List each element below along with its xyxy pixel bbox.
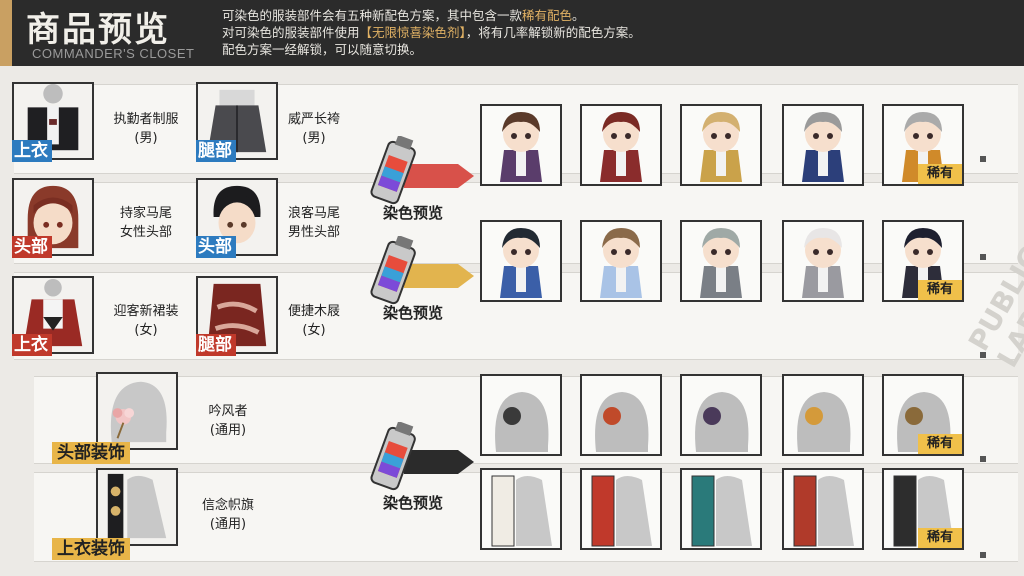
note-line-3: 配色方案一经解锁，可以随意切换。 — [222, 42, 423, 57]
dye-result-cell[interactable] — [782, 468, 864, 550]
page-subtitle: COMMANDER'S CLOSET — [32, 46, 195, 61]
rare-badge: 稀有 — [918, 434, 962, 454]
chibi-preview-icon — [600, 228, 642, 298]
dye-result-cell[interactable] — [782, 220, 864, 302]
rare-badge: 稀有 — [918, 528, 962, 548]
dye-spray-2: 染色预览 — [364, 234, 474, 326]
dye-result-cell[interactable] — [680, 104, 762, 186]
slot-tag: 上衣 — [12, 334, 52, 356]
note-line-2: 对可染色的服装部件使用【无限惊喜染色剂】，将有几率解锁新的配色方案。 — [222, 25, 641, 40]
dye-result-cell[interactable] — [580, 104, 662, 186]
dye-result-cell[interactable] — [580, 374, 662, 456]
slot-tag: 腿部 — [196, 334, 236, 356]
dye-spray-3: 染色预览 — [364, 420, 474, 516]
item-thumb-hair-ornament[interactable]: 头部装饰 — [52, 372, 178, 464]
item-name: 执勤者制服 (男) — [113, 112, 179, 146]
dye-result-cell[interactable] — [480, 104, 562, 186]
corner-marker — [980, 254, 986, 260]
item-thumb-dress[interactable]: 上衣 — [12, 276, 94, 356]
accessory-preview-icon — [495, 392, 549, 452]
chibi-preview-icon — [500, 112, 542, 182]
slot-tag: 头部 — [12, 236, 52, 258]
corner-marker — [980, 552, 986, 558]
dye-preview-label: 染色预览 — [382, 494, 443, 512]
slot-tag: 上衣 — [12, 140, 52, 162]
accessory-preview-icon — [591, 475, 652, 547]
accessory-preview-icon — [491, 475, 552, 547]
accessory-preview-icon — [695, 392, 749, 452]
dye-preview-label: 染色预览 — [382, 304, 443, 322]
chibi-preview-icon — [700, 112, 742, 182]
slot-tag: 腿部 — [196, 140, 236, 162]
item-thumb-uniform[interactable]: 上衣 — [12, 82, 94, 162]
rare-badge: 稀有 — [918, 164, 962, 184]
item-name: 信念帜旗 (通用) — [201, 498, 254, 532]
rare-badge: 稀有 — [918, 280, 962, 300]
chibi-preview-icon — [600, 112, 642, 182]
item-name: 浪客马尾 男性头部 — [287, 206, 340, 240]
header-bar: 商品预览 COMMANDER'S CLOSET 可染色的服装部件会有五种新配色方… — [0, 0, 1024, 66]
item-name: 迎客新裙装 (女) — [113, 304, 179, 338]
accessory-preview-icon — [691, 475, 752, 547]
item-name: 吟风者 (通用) — [208, 404, 248, 438]
dye-result-cell[interactable] — [580, 220, 662, 302]
slot-tag: 上衣装饰 — [52, 538, 130, 560]
dye-result-cell[interactable] — [680, 374, 762, 456]
dye-spray-1: 染色预览 — [364, 134, 474, 226]
dye-result-cell[interactable]: 稀有 — [882, 468, 964, 550]
header-accent-stripe — [0, 0, 12, 66]
dye-result-cell[interactable] — [480, 468, 562, 550]
dye-result-cell[interactable] — [480, 220, 562, 302]
dye-result-cell[interactable] — [782, 374, 864, 456]
dye-result-cell[interactable] — [782, 104, 864, 186]
dye-result-cell[interactable] — [580, 468, 662, 550]
corner-marker — [980, 156, 986, 162]
item-name: 便捷木屐 (女) — [287, 304, 340, 338]
item-name: 持家马尾 女性头部 — [119, 206, 172, 240]
chibi-preview-icon — [700, 228, 742, 298]
banner-icon — [107, 473, 167, 539]
corner-marker — [980, 456, 986, 462]
chibi-preview-icon — [802, 112, 844, 182]
slot-tag: 头部 — [196, 236, 236, 258]
chibi-preview-icon — [802, 228, 844, 298]
dye-result-cell[interactable]: 稀有 — [882, 220, 964, 302]
chibi-preview-icon — [500, 228, 542, 298]
page-title: 商品预览 — [26, 10, 170, 50]
accessory-preview-icon — [595, 392, 649, 452]
dye-result-cell[interactable]: 稀有 — [882, 374, 964, 456]
accessory-preview-icon — [797, 392, 851, 452]
item-thumb-banner[interactable]: 上衣装饰 — [52, 468, 178, 560]
slot-tag: 头部装饰 — [52, 442, 130, 464]
dye-result-cell[interactable] — [680, 468, 762, 550]
dye-result-cell[interactable]: 稀有 — [882, 104, 964, 186]
note-line-1: 可染色的服装部件会有五种新配色方案，其中包含一款稀有配色。 — [222, 8, 585, 23]
dye-result-cell[interactable] — [680, 220, 762, 302]
accessory-preview-icon — [793, 475, 854, 547]
dye-preview-label: 染色预览 — [382, 204, 443, 222]
dye-result-cell[interactable] — [480, 374, 562, 456]
item-thumb-female-head[interactable]: 头部 — [12, 178, 94, 258]
hair-ornament-icon — [110, 381, 167, 443]
dye-spray-icon — [370, 420, 474, 491]
header-notes: 可染色的服装部件会有五种新配色方案，其中包含一款稀有配色。 对可染色的服装部件使… — [222, 7, 641, 58]
item-name: 威严长袴 (男) — [287, 112, 340, 146]
